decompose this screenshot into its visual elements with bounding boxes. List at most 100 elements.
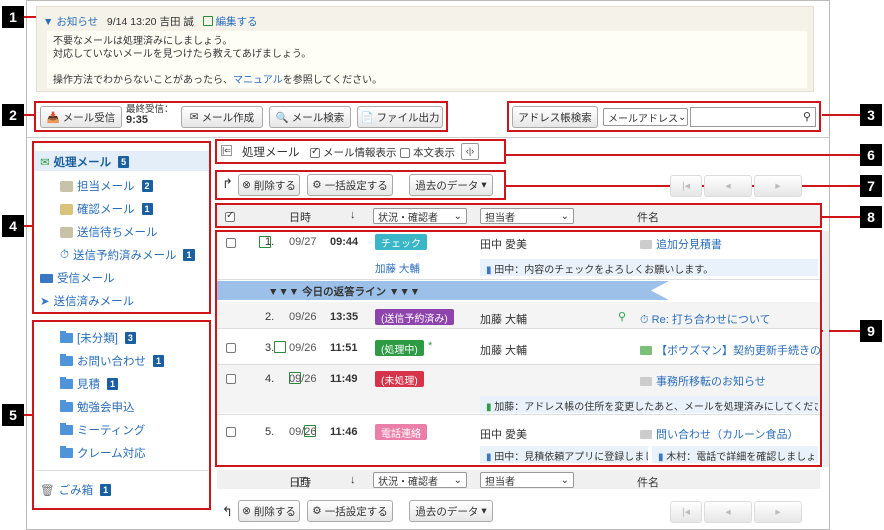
status-tag[interactable]: (処理中) (375, 340, 424, 356)
trash-icon: 🗑 (40, 485, 55, 497)
assignee-filter-select[interactable]: 担当者 ⌄ (480, 208, 574, 224)
pager-first-button[interactable]: |◂ (670, 501, 702, 523)
compose-mail-button[interactable]: ✉ メール作成 (181, 106, 263, 128)
delete-icon: ⊗ (242, 179, 251, 191)
row-time: 09:44 (330, 236, 359, 248)
row-subject[interactable]: 問い合わせ（カルーン食品） (640, 426, 820, 442)
status-filter-select[interactable]: 状況・確認者 ⌄ (373, 472, 467, 488)
row-subject[interactable]: 追加分見積書 (640, 236, 820, 252)
list-scrollbar[interactable] (823, 231, 829, 467)
sidebar-item-inbox[interactable]: 受信メール (40, 270, 115, 286)
status-filter-select[interactable]: 状況・確認者 ⌄ (373, 208, 467, 224)
status-tag[interactable]: (未処理) (375, 371, 424, 387)
col-date[interactable]: 日時 (289, 474, 311, 490)
row-checkbox[interactable] (226, 427, 236, 437)
row-date: 09/26 (289, 426, 317, 438)
attachment-icon: ⚲ (618, 311, 627, 323)
row-memo: ▮ 加藤：アドレス帳の住所を変更したあと、メールを処理済みにしてください。 (480, 396, 818, 413)
chevron-down-icon: ⌄ (453, 210, 462, 222)
magnifier-icon[interactable]: ⚲ (803, 110, 811, 123)
manual-link[interactable]: マニュアル (233, 75, 283, 86)
row-checkbox[interactable] (226, 343, 236, 353)
notice-toggle-icon[interactable]: ▼ (43, 16, 53, 28)
sidebar-item-waiting[interactable]: 送信待ちメール (60, 224, 158, 240)
assignee-mail-icon (60, 180, 73, 192)
row-date: 09/26 (289, 342, 317, 354)
status-tag[interactable]: 電話連絡 (375, 424, 427, 440)
notice-panel: ▼ お知らせ 9/14 13:20 吉田 誠 編集する 不要なメールは処理済みに… (36, 6, 814, 92)
row-subject[interactable]: ⏱ Re: 打ち合わせについて (640, 311, 820, 327)
inbox-tray-icon: 📥 (46, 111, 60, 124)
sidebar-item-scheduled[interactable]: ⏱ 送信予約済みメール 1 (60, 247, 195, 263)
bulk-set-button[interactable]: ⚙ 一括設定する (307, 500, 393, 522)
status-tag[interactable]: (送信予約済み) (375, 309, 454, 325)
delete-button[interactable]: ⊗ 削除する (238, 500, 300, 522)
row-subject[interactable]: 事務所移転のお知らせ (640, 373, 820, 389)
addressbook-search-button[interactable]: アドレス帳検索 (512, 106, 598, 128)
waiting-mail-icon (60, 226, 73, 238)
select-all-checkbox[interactable] (225, 210, 235, 222)
check-mail-icon: ✉ (40, 157, 50, 169)
envelope-icon (640, 240, 652, 249)
folder-item[interactable]: お問い合わせ 1 (60, 353, 165, 369)
row-num: 1. (265, 236, 275, 248)
receive-mail-button[interactable]: 📥 メール受信 (40, 106, 122, 128)
status-tag[interactable]: チェック (375, 234, 427, 250)
row-confirmer[interactable]: 加藤 大輔 (375, 261, 420, 276)
export-file-button[interactable]: 📄 ファイル出力 (357, 106, 443, 128)
row-date: 09/27 (289, 236, 317, 248)
past-data-button[interactable]: 過去のデータ ▾ (409, 174, 493, 196)
folder-item[interactable]: 見積 1 (60, 376, 119, 392)
search-mail-button[interactable]: 🔍 メール検索 (269, 106, 351, 128)
notice-line: 操作方法でわからないことがあったら、マニュアルを参照してください。 (53, 75, 383, 86)
pager-next-button[interactable]: ▸ (754, 175, 802, 197)
sort-arrow-icon[interactable]: ↓ (350, 209, 356, 221)
sidebar-item-assignee[interactable]: 担当メール 2 (60, 178, 153, 194)
delete-button[interactable]: ⊗ 削除する (238, 174, 300, 196)
col-subject[interactable]: 件名 (637, 474, 659, 490)
pager-prev-button[interactable]: ◂ (704, 501, 752, 523)
collapse-sidebar-icon[interactable]: |⇐ (221, 145, 232, 156)
edit-icon[interactable] (274, 341, 287, 353)
folder-item[interactable]: クレーム対応 (60, 445, 146, 461)
sidebar-item-sent[interactable]: ➤ 送信済みメール (40, 293, 134, 309)
opt-body[interactable]: 本文表示 (400, 145, 455, 160)
row-checkbox[interactable] (226, 374, 236, 384)
row-assignee: 加藤 大輔 (480, 345, 528, 357)
past-data-button[interactable]: 過去のデータ ▾ (409, 500, 493, 522)
folder-item[interactable]: [未分類] 3 (60, 330, 136, 346)
notice-edit-link[interactable]: 編集する (216, 16, 258, 28)
sort-arrow-icon[interactable]: ↓ (350, 474, 356, 486)
body-checkbox[interactable] (400, 147, 410, 158)
row-num: 3. (265, 342, 275, 354)
pane-toggle-button[interactable]: ‹|› (461, 143, 479, 160)
sidebar-item-confirm[interactable]: 確認メール 1 (60, 201, 153, 217)
assignee-filter-select[interactable]: 担当者 ⌄ (480, 472, 574, 488)
gear-icon: ⚙ (312, 505, 322, 517)
sidebar-item-trash[interactable]: 🗑 ごみ箱 1 (40, 482, 112, 498)
pager-prev-button[interactable]: ◂ (704, 175, 752, 197)
notice-label[interactable]: お知らせ (56, 16, 98, 28)
address-search-input[interactable]: ⚲ (690, 107, 816, 127)
envelope-icon (640, 346, 652, 355)
address-type-select[interactable]: メールアドレス ⌄ (603, 108, 688, 126)
row-subject[interactable]: 【ボウズマン】契約更新手続きのお願い (640, 342, 820, 358)
notice-line: 不要なメールは処理済みにしましょう。 (53, 36, 233, 47)
col-date[interactable]: 日時 (289, 209, 311, 225)
inbox-icon (40, 273, 53, 283)
pager-first-button[interactable]: |◂ (670, 175, 702, 197)
marker-3: 3 (860, 104, 882, 126)
mail-info-checkbox[interactable] (310, 146, 320, 158)
row-num: 2. (265, 311, 275, 323)
folder-icon (60, 377, 73, 389)
last-received: 最終受信： 9:35 (126, 104, 174, 126)
folder-item[interactable]: 勉強会申込 (60, 399, 135, 415)
row-checkbox[interactable] (226, 238, 236, 248)
row-date: 09/26 (289, 311, 317, 323)
pager-next-button[interactable]: ▸ (754, 501, 802, 523)
col-subject[interactable]: 件名 (637, 209, 659, 225)
sidebar-item-processing[interactable]: ✉ 処理メール 5 (40, 154, 130, 170)
opt-mail-info[interactable]: メール情報表示 (310, 145, 397, 160)
folder-item[interactable]: ミーティング (60, 422, 145, 438)
bulk-set-button[interactable]: ⚙ 一括設定する (307, 174, 393, 196)
